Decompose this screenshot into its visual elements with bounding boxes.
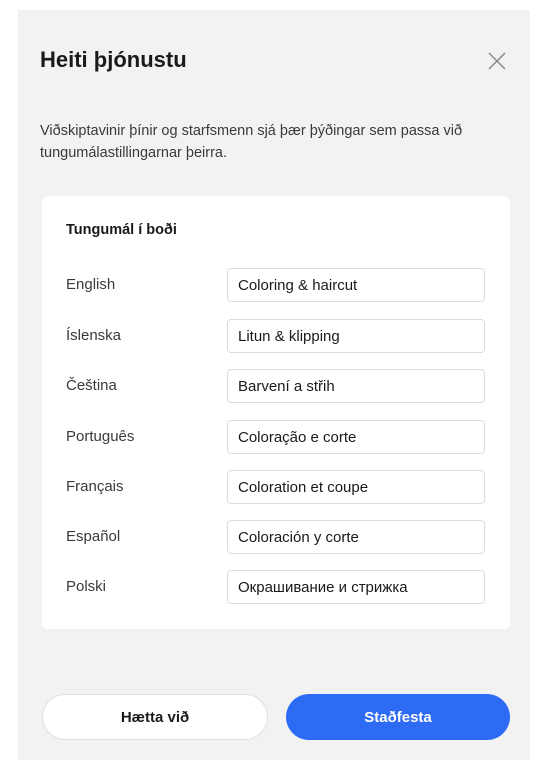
translation-input-polish[interactable] xyxy=(227,570,485,604)
language-label: Íslenska xyxy=(66,327,122,344)
translation-input-english[interactable] xyxy=(227,268,485,302)
language-label: Español xyxy=(66,528,121,545)
language-row-czech: Čeština xyxy=(42,369,510,403)
close-icon xyxy=(488,52,506,70)
language-row-portuguese: Português xyxy=(42,420,510,454)
languages-heading: Tungumál í boði xyxy=(66,222,177,238)
language-label: Polski xyxy=(66,578,107,595)
dialog-description: Viðskiptavinir þínir og starfsmenn sjá þ… xyxy=(40,123,463,161)
translation-input-french[interactable] xyxy=(227,470,485,504)
language-row-spanish: Español xyxy=(42,520,510,554)
translation-input-portuguese[interactable] xyxy=(227,420,485,454)
service-name-dialog: Heiti þjónustu Viðskiptavinir þínir og s… xyxy=(18,10,530,760)
language-label: Čeština xyxy=(66,377,117,394)
translation-input-icelandic[interactable] xyxy=(227,319,485,353)
translation-input-spanish[interactable] xyxy=(227,520,485,554)
close-button[interactable] xyxy=(486,50,508,72)
language-row-icelandic: Íslenska xyxy=(42,319,510,353)
language-row-polish: Polski xyxy=(42,570,510,604)
languages-card: Tungumál í boði English Íslenska Čeština… xyxy=(42,196,510,629)
confirm-button[interactable]: Staðfesta xyxy=(286,694,510,740)
language-label: Português xyxy=(66,428,135,445)
translation-input-czech[interactable] xyxy=(227,369,485,403)
language-label: Français xyxy=(66,478,124,495)
language-label: English xyxy=(66,276,116,293)
language-row-french: Français xyxy=(42,470,510,504)
cancel-button[interactable]: Hætta við xyxy=(42,694,268,740)
dialog-title: Heiti þjónustu xyxy=(40,47,187,72)
language-row-english: English xyxy=(42,268,510,302)
